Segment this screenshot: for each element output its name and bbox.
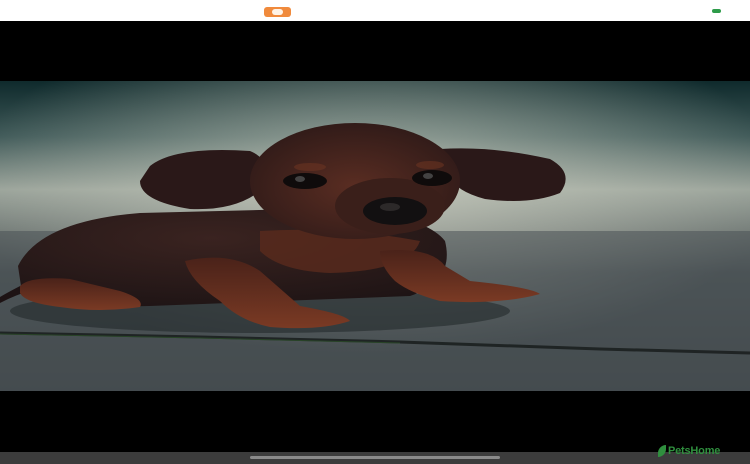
watermark: PetsHome xyxy=(658,443,720,459)
badge-heart-shape xyxy=(272,9,283,15)
top-status-bar xyxy=(0,0,750,21)
battery-icon xyxy=(712,9,721,13)
leaf-logo-icon xyxy=(658,445,666,457)
heart-badge-icon[interactable] xyxy=(264,7,291,17)
home-indicator[interactable] xyxy=(250,456,500,459)
watermark-text: PetsHome xyxy=(668,445,721,457)
dog-photo-illustration xyxy=(0,81,750,391)
screen: PetsHome xyxy=(0,0,750,464)
main-photo[interactable] xyxy=(0,81,750,391)
